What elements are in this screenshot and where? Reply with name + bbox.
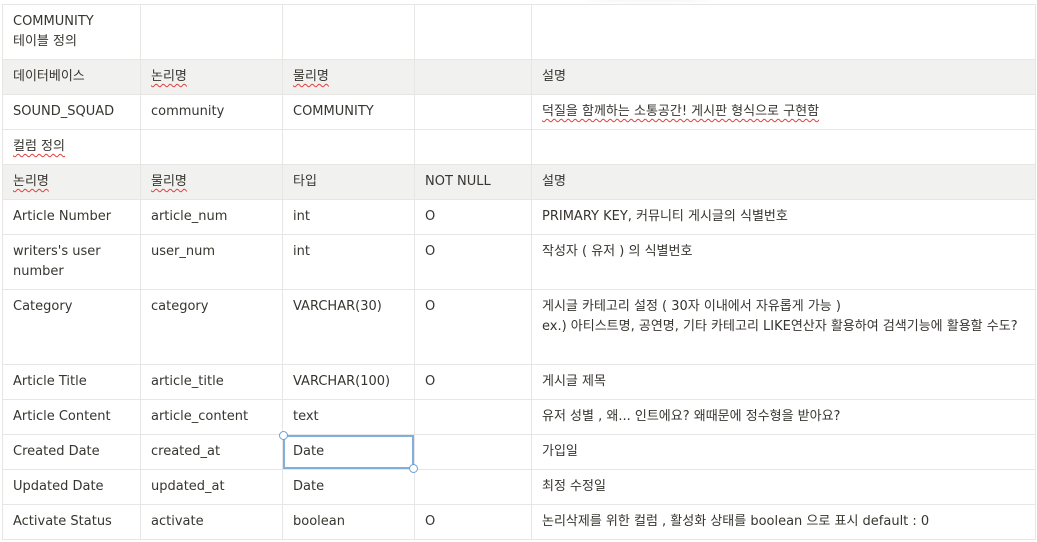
table-cell[interactable]: 게시글 제목 (531, 364, 1036, 400)
header-cell-logical-name[interactable]: 논리명 (2, 164, 141, 200)
table-cell[interactable]: updated_at (140, 469, 283, 505)
table-cell[interactable]: VARCHAR(100) (282, 364, 415, 400)
table-cell[interactable] (140, 129, 283, 165)
table-cell[interactable]: COMMUNITY (282, 94, 415, 130)
table-cell[interactable]: writers's user number (2, 234, 141, 290)
table-cell[interactable]: 최정 수정일 (531, 469, 1036, 505)
table-cell[interactable]: O (414, 289, 532, 365)
table-cell[interactable] (282, 129, 415, 165)
header-label: 물리명 (293, 69, 329, 84)
table-cell[interactable] (414, 4, 532, 60)
table-cell[interactable]: article_content (140, 399, 283, 435)
header-label: 데이터베이스 (13, 69, 85, 84)
table-cell[interactable]: created_at (140, 434, 283, 470)
table-cell[interactable]: 유저 성별 , 왜... 인트에요? 왜때문에 정수형을 받아요? (531, 399, 1036, 435)
table-cell[interactable]: O (414, 364, 532, 400)
section-row: 컬럼 정의 (2, 129, 1036, 165)
table-cell[interactable]: 덕질을 함께하는 소통공간! 게시판 형식으로 구현함 (531, 94, 1036, 130)
table-cell[interactable] (414, 469, 532, 505)
table-cell[interactable]: text (282, 399, 415, 435)
meta-row: SOUND_SQUAD community COMMUNITY 덕질을 함께하는… (2, 94, 1036, 130)
table-cell[interactable]: 논리삭제를 위한 컬럼 , 활성화 상태를 boolean 으로 표시 defa… (531, 504, 1036, 540)
table-cell[interactable]: O (414, 199, 532, 235)
table-row: Article Title article_title VARCHAR(100)… (2, 364, 1036, 400)
header-cell-empty[interactable] (414, 59, 532, 95)
table-cell[interactable]: Created Date (2, 434, 141, 470)
header-label: 설명 (542, 174, 566, 189)
header-cell-database[interactable]: 데이터베이스 (2, 59, 141, 95)
header-cell-description[interactable]: 설명 (531, 164, 1036, 200)
column-header-row: 논리명 물리명 타입 NOT NULL 설명 (2, 164, 1036, 200)
table-cell[interactable]: Article Title (2, 364, 141, 400)
header-cell-not-null[interactable]: NOT NULL (414, 164, 532, 200)
table-row: Created Date created_at Date 가입일 (2, 431, 1036, 473)
table-cell[interactable]: 게시글 카테고리 설정 ( 30자 이내에서 자유롭게 가능 ) ex.) 아티… (531, 289, 1036, 365)
table-cell[interactable]: activate (140, 504, 283, 540)
header-label: 설명 (542, 69, 566, 84)
table-cell[interactable]: 컬럼 정의 (2, 129, 141, 165)
table-cell[interactable] (414, 434, 532, 470)
header-cell-type[interactable]: 타입 (282, 164, 415, 200)
table-row: Article Content article_content text 유저 … (2, 399, 1036, 435)
table-cell[interactable]: Category (2, 289, 141, 365)
header-label: NOT NULL (425, 174, 491, 189)
table-cell[interactable] (531, 4, 1036, 60)
table-row: Activate Status activate boolean O 논리삭제를… (2, 504, 1036, 540)
table-cell[interactable] (414, 399, 532, 435)
table-row: Category category VARCHAR(30) O 게시글 카테고리… (2, 289, 1036, 365)
meta-header-row: 데이터베이스 논리명 물리명 설명 (2, 59, 1036, 95)
table-cell[interactable]: VARCHAR(30) (282, 289, 415, 365)
selected-cell[interactable]: Date (279, 431, 418, 473)
table-cell[interactable]: article_title (140, 364, 283, 400)
table-cell[interactable] (140, 4, 283, 60)
table-title-cell[interactable]: COMMUNITY 테이블 정의 (2, 4, 141, 60)
table-cell[interactable]: PRIMARY KEY, 커뮤니티 게시글의 식별번호 (531, 199, 1036, 235)
table-cell[interactable]: Article Number (2, 199, 141, 235)
table-cell[interactable]: boolean (282, 504, 415, 540)
selection-handle-top-left[interactable] (279, 431, 288, 440)
table-cell[interactable] (414, 129, 532, 165)
table-cell[interactable]: user_num (140, 234, 283, 290)
table-row: writers's user number user_num int O 작성자… (2, 234, 1036, 290)
table-cell[interactable]: article_num (140, 199, 283, 235)
table-cell[interactable] (414, 94, 532, 130)
header-cell-description[interactable]: 설명 (531, 59, 1036, 95)
table-cell[interactable]: Date (282, 469, 415, 505)
header-cell-physical-name[interactable]: 물리명 (140, 164, 283, 200)
header-label: 논리명 (151, 69, 187, 84)
table-cell[interactable] (531, 129, 1036, 165)
header-cell-logical-name[interactable]: 논리명 (140, 59, 283, 95)
table-cell[interactable]: 작성자 ( 유저 ) 의 식별번호 (531, 234, 1036, 290)
table-cell[interactable]: community (140, 94, 283, 130)
table-cell[interactable]: O (414, 234, 532, 290)
table-cell[interactable]: Activate Status (2, 504, 141, 540)
table-cell[interactable]: 가입일 (531, 434, 1036, 470)
table-cell[interactable]: category (140, 289, 283, 365)
table-cell[interactable]: int (282, 234, 415, 290)
table-cell[interactable]: Updated Date (2, 469, 141, 505)
cell-text: Date (293, 444, 325, 459)
floating-toolbar-shadow (585, 0, 715, 2)
table-row: Article Number article_num int O PRIMARY… (2, 199, 1036, 235)
table-cell[interactable]: SOUND_SQUAD (2, 94, 141, 130)
community-table-definition: COMMUNITY 테이블 정의 데이터베이스 논리명 물리명 설명 SOUND… (2, 4, 1036, 540)
table-cell[interactable]: O (414, 504, 532, 540)
table-cell[interactable]: int (282, 199, 415, 235)
cell-text: 덕질을 함께하는 소통공간! 게시판 형식으로 구현함 (542, 104, 820, 119)
header-label: 타입 (293, 174, 317, 189)
header-cell-physical-name[interactable]: 물리명 (282, 59, 415, 95)
header-label: 물리명 (151, 174, 187, 189)
header-label: 논리명 (13, 174, 49, 189)
table-row: Updated Date updated_at Date 최정 수정일 (2, 469, 1036, 505)
table-cell[interactable] (282, 4, 415, 60)
table-cell[interactable]: Article Content (2, 399, 141, 435)
section-label: 컬럼 정의 (13, 139, 65, 154)
selection-handle-bottom-right[interactable] (409, 464, 418, 473)
title-row: COMMUNITY 테이블 정의 (2, 4, 1036, 60)
